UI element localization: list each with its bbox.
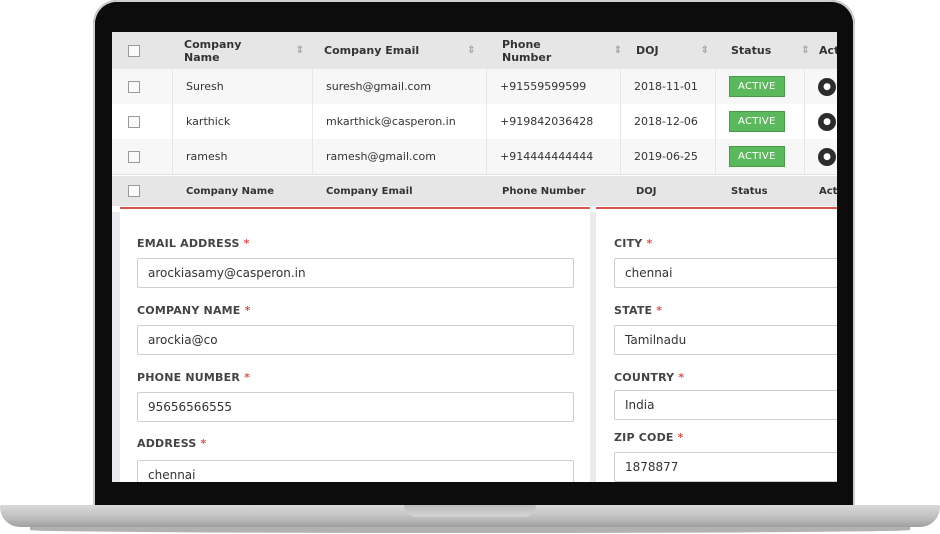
laptop-notch <box>404 505 536 517</box>
city-input[interactable]: chennai <box>614 258 837 288</box>
sort-icon[interactable]: ⇕ <box>801 45 809 56</box>
status-badge: ACTIVE <box>729 69 785 104</box>
header-label: Status <box>731 44 772 57</box>
form-card-left: EMAIL ADDRESS * arockiasamy@casperon.in … <box>120 207 590 482</box>
laptop-shadow <box>30 527 910 533</box>
view-button[interactable]: ● <box>818 104 836 139</box>
required-mark: * <box>200 437 207 450</box>
cell-company-name: karthick <box>186 115 231 128</box>
header-label: DOJ <box>636 44 659 57</box>
header-company-email[interactable]: Company Email ⇕ <box>324 32 494 69</box>
zip-code-input[interactable]: 1878877 <box>614 452 837 482</box>
required-mark: * <box>244 304 251 317</box>
header-company-name[interactable]: Company Name ⇕ <box>184 32 304 69</box>
table-header: Company Name ⇕ Company Email ⇕ Phone Num… <box>112 32 837 70</box>
cell-doj: 2019-06-25 <box>634 150 698 163</box>
table-row[interactable]: ramesh ramesh@gmail.com +914444444444 20… <box>112 139 837 175</box>
cell-doj: 2018-12-06 <box>634 115 698 128</box>
view-button[interactable]: ● <box>818 139 836 174</box>
header-label: Phone Number <box>502 37 552 64</box>
footer-company-email: Company Email <box>326 185 413 197</box>
header-doj[interactable]: DOJ ⇕ <box>636 32 716 69</box>
eye-icon: ● <box>818 147 836 166</box>
sort-icon[interactable]: ⇕ <box>614 45 622 56</box>
eye-icon: ● <box>818 77 836 96</box>
form-card-right: CITY * chennai STATE * Tamilnadu COUNTRY… <box>596 207 837 482</box>
country-select[interactable]: India <box>614 390 837 420</box>
required-mark: * <box>243 237 250 250</box>
cell-company-name: Suresh <box>186 80 224 93</box>
required-mark: * <box>677 431 684 444</box>
header-label: Company Email <box>324 44 420 57</box>
state-input[interactable]: Tamilnadu <box>614 325 837 355</box>
table-row[interactable]: karthick mkarthick@casperon.in +91984203… <box>112 104 837 140</box>
address-input[interactable]: chennai <box>137 460 574 482</box>
laptop-base <box>0 505 940 534</box>
table-footer: Company Name Company Email Phone Number … <box>112 176 837 206</box>
view-button[interactable]: ● <box>818 69 836 104</box>
label-zip-code: ZIP CODE * <box>614 431 684 444</box>
row-checkbox[interactable] <box>128 69 140 104</box>
column-divider <box>312 69 313 174</box>
column-divider <box>486 69 487 174</box>
row-checkbox[interactable] <box>128 104 140 139</box>
footer-checkbox[interactable] <box>128 176 140 206</box>
label-email-address: EMAIL ADDRESS * <box>137 237 250 250</box>
company-name-input[interactable]: arockia@co <box>137 325 574 355</box>
label-state: STATE * <box>614 304 663 317</box>
sort-icon[interactable]: ⇕ <box>296 45 304 56</box>
column-divider <box>804 69 805 174</box>
header-action: Acti <box>819 32 837 69</box>
label-phone-number: PHONE NUMBER * <box>137 371 251 384</box>
status-badge-label: ACTIVE <box>729 111 785 132</box>
required-mark: * <box>678 371 685 384</box>
required-mark: * <box>656 304 663 317</box>
sort-icon[interactable]: ⇕ <box>701 45 709 56</box>
header-label: Acti <box>819 44 837 57</box>
footer-status: Status <box>731 185 768 197</box>
row-checkbox[interactable] <box>128 139 140 174</box>
footer-action: Acti <box>819 185 837 197</box>
header-status[interactable]: Status ⇕ <box>731 32 810 69</box>
header-phone-number[interactable]: Phone Number ⇕ <box>502 32 622 69</box>
label-address: ADDRESS * <box>137 437 207 450</box>
required-mark: * <box>646 237 653 250</box>
footer-company-name: Company Name <box>186 185 274 197</box>
required-mark: * <box>244 371 251 384</box>
footer-phone-number: Phone Number <box>502 185 586 197</box>
status-badge-label: ACTIVE <box>729 76 785 97</box>
status-badge: ACTIVE <box>729 104 785 139</box>
cell-company-name: ramesh <box>186 150 228 163</box>
select-all-checkbox[interactable] <box>128 32 140 69</box>
cell-company-email: ramesh@gmail.com <box>326 150 436 163</box>
status-badge: ACTIVE <box>729 139 785 174</box>
label-company-name: COMPANY NAME * <box>137 304 251 317</box>
eye-icon: ● <box>818 112 836 131</box>
cell-phone-number: +919842036428 <box>500 115 594 128</box>
footer-doj: DOJ <box>636 185 657 197</box>
cell-phone-number: +914444444444 <box>500 150 594 163</box>
status-badge-label: ACTIVE <box>729 146 785 167</box>
column-divider <box>620 69 621 174</box>
cell-doj: 2018-11-01 <box>634 80 698 93</box>
header-label: Company Name <box>184 37 242 64</box>
sort-icon[interactable]: ⇕ <box>467 45 475 56</box>
email-address-input[interactable]: arockiasamy@casperon.in <box>137 258 574 288</box>
column-divider <box>172 69 173 174</box>
cell-company-email: mkarthick@casperon.in <box>326 115 456 128</box>
label-country: COUNTRY * <box>614 371 685 384</box>
cell-company-email: suresh@gmail.com <box>326 80 431 93</box>
cell-phone-number: +91559599599 <box>500 80 587 93</box>
table-row[interactable]: Suresh suresh@gmail.com +91559599599 201… <box>112 69 837 105</box>
screen: Company Name ⇕ Company Email ⇕ Phone Num… <box>112 32 837 482</box>
company-table: Company Name ⇕ Company Email ⇕ Phone Num… <box>112 32 837 212</box>
column-divider <box>715 69 716 174</box>
label-city: CITY * <box>614 237 653 250</box>
phone-number-input[interactable]: 95656566555 <box>137 392 574 422</box>
